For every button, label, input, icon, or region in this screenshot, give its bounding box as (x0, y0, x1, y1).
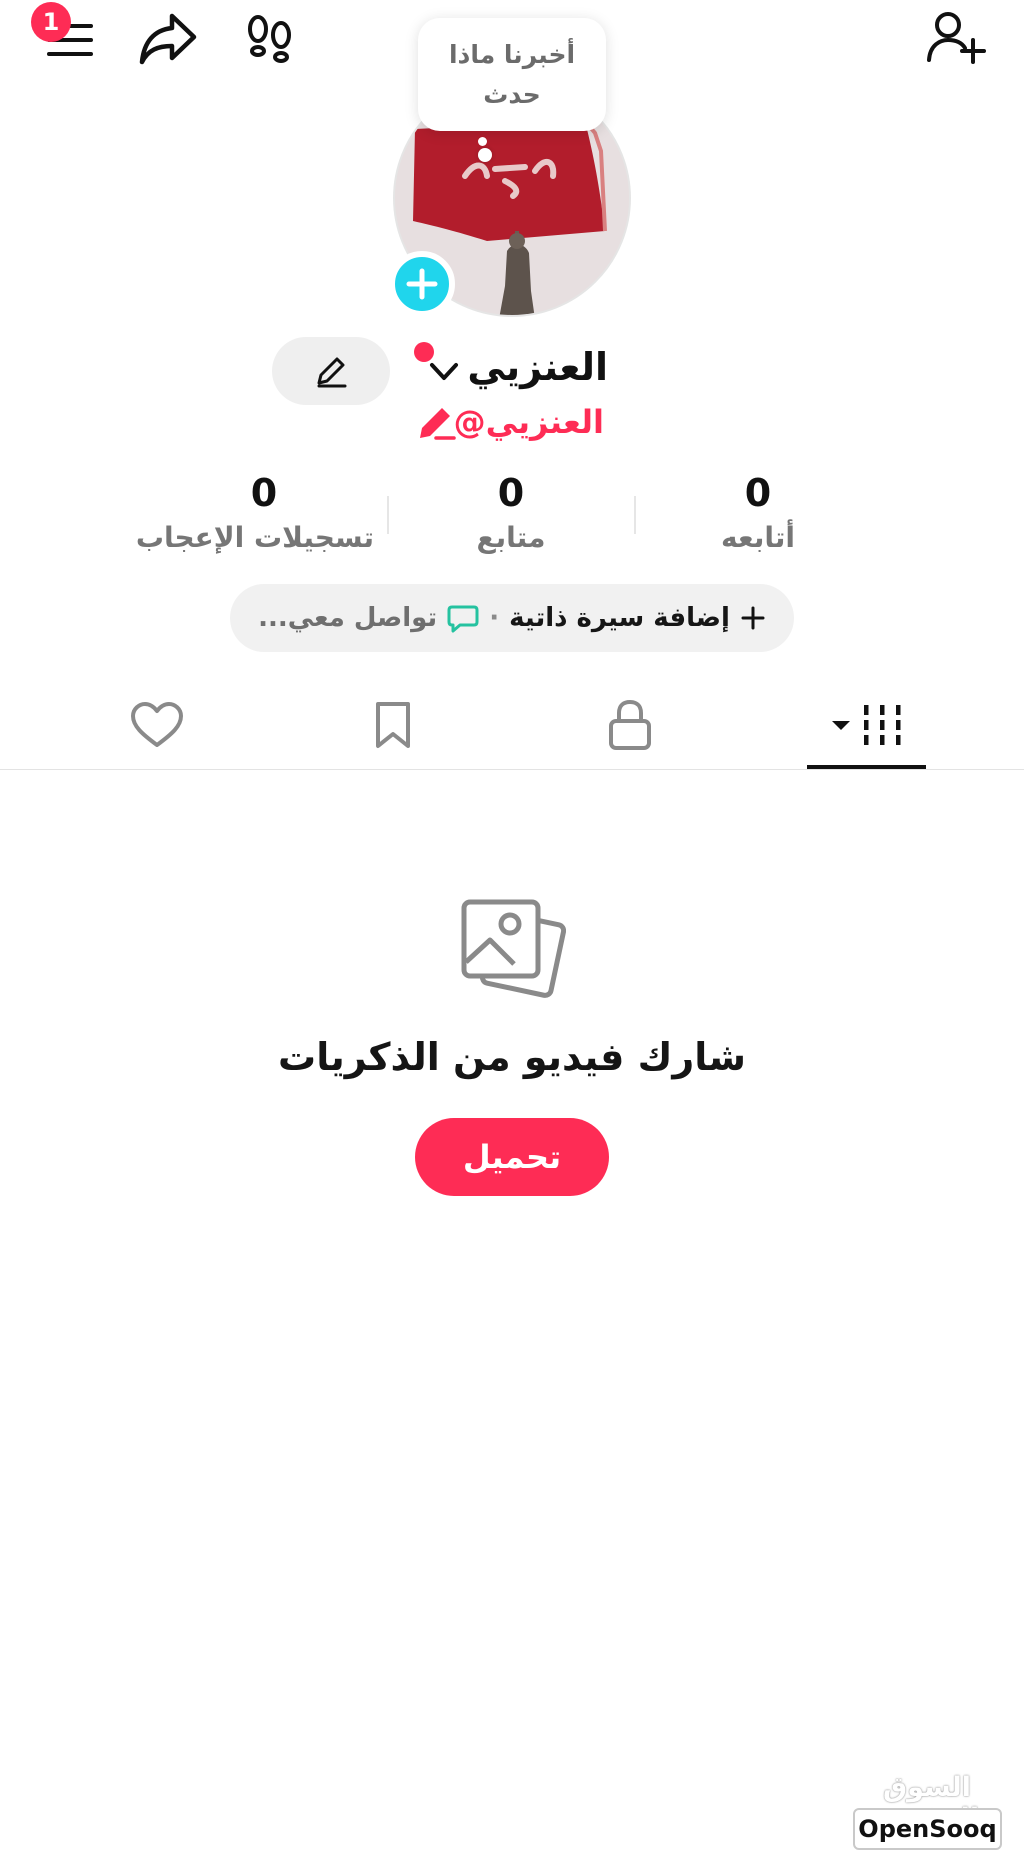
share-profile-button[interactable] (136, 10, 200, 68)
tabs-divider (0, 769, 1024, 770)
add-friend-icon (927, 12, 986, 64)
tooltip-text: أخبرنا ماذا حدث (448, 39, 576, 109)
plus-icon (741, 606, 765, 630)
bio-actions-pill[interactable]: إضافة سيرة ذاتية · تواصل معي... (230, 584, 794, 652)
add-bio-label[interactable]: إضافة سيرة ذاتية (509, 603, 730, 633)
bio-separator: · (489, 603, 500, 633)
add-friend-button[interactable] (924, 8, 988, 68)
edit-handle-icon[interactable] (416, 404, 456, 442)
likes-count: 0 (250, 471, 278, 515)
plus-icon (406, 268, 438, 300)
tab-private[interactable] (570, 690, 690, 760)
watermark-english: OpenSooq (853, 1808, 1002, 1850)
following-count: 0 (744, 471, 772, 515)
chevron-down-icon (430, 363, 458, 380)
tab-liked[interactable] (97, 690, 217, 760)
status-tooltip[interactable]: أخبرنا ماذا حدث (418, 18, 606, 131)
heart-icon (131, 702, 183, 747)
empty-state-title: شارك فيديو من الذكريات (278, 1035, 746, 1079)
red-pencil-icon (420, 408, 456, 440)
profile-name[interactable]: العنزيي (467, 345, 608, 389)
edit-profile-button[interactable] (272, 337, 390, 405)
share-icon (139, 13, 197, 65)
stats-divider (387, 496, 389, 534)
notification-badge: 1 (31, 2, 71, 42)
bookmark-icon (376, 702, 410, 748)
followers-count: 0 (497, 471, 525, 515)
lock-icon (609, 699, 651, 750)
stats-divider (634, 496, 636, 534)
photos-icon (461, 899, 566, 998)
profile-views-button[interactable] (240, 10, 300, 68)
followers-label: متابع (476, 521, 546, 554)
notification-dot (414, 342, 434, 362)
tooltip-tail-dot (478, 148, 492, 162)
profile-handle[interactable]: @العنزيي (454, 403, 604, 441)
following-stat[interactable]: 0 أتابعه (648, 470, 868, 560)
upload-button[interactable]: تحميل (415, 1118, 609, 1196)
pencil-icon (317, 357, 347, 388)
contact-me-label[interactable]: تواصل معي... (258, 603, 437, 633)
footprints-icon (248, 15, 291, 63)
likes-stat[interactable]: 0 تسجيلات الإعجاب (135, 470, 374, 560)
following-label: أتابعه (721, 521, 795, 554)
tab-saved[interactable] (333, 690, 453, 760)
likes-label: تسجيلات الإعجاب (135, 521, 374, 554)
tab-videos[interactable] (806, 690, 926, 760)
grid-dropdown-icon (832, 705, 901, 745)
chat-bubble-icon (447, 605, 479, 633)
tooltip-tail-dot (478, 137, 487, 146)
add-avatar-button[interactable] (389, 251, 455, 317)
followers-stat[interactable]: 0 متابع (401, 470, 621, 560)
account-switch-chevron[interactable] (428, 360, 460, 384)
